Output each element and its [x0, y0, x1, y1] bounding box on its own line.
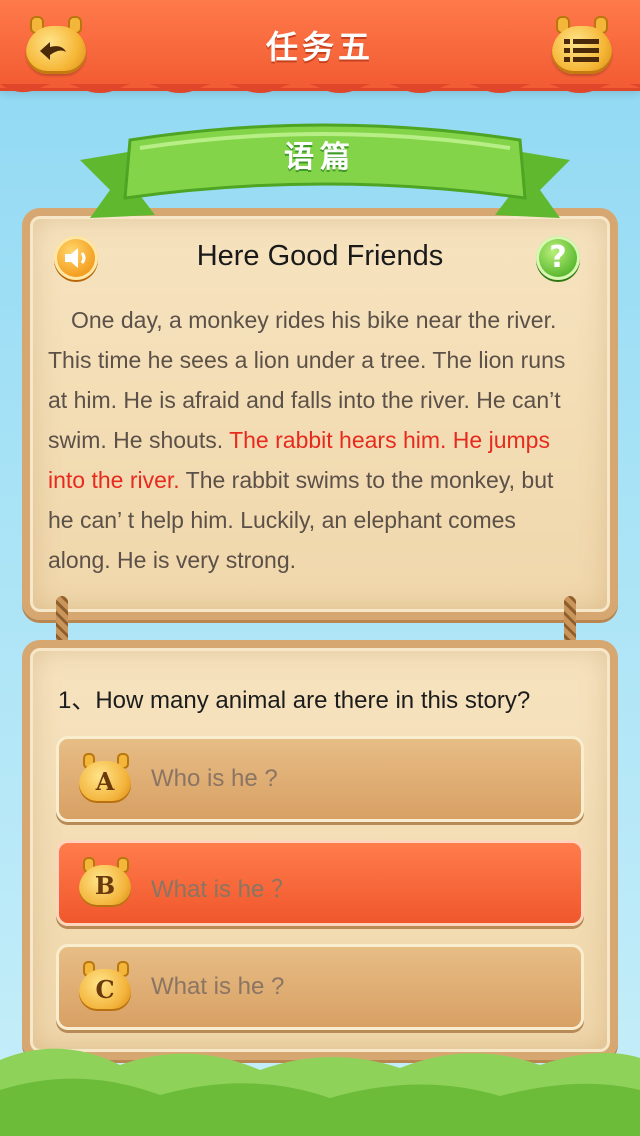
- menu-button[interactable]: [548, 16, 616, 76]
- background-hills: [0, 1048, 640, 1136]
- menu-list-icon: [564, 39, 599, 62]
- option-b-button[interactable]: B What is he ？: [56, 840, 584, 926]
- page-title: 任务五: [265, 28, 374, 66]
- option-badge: B: [77, 857, 133, 909]
- option-badge: C: [77, 961, 133, 1013]
- option-text: Who is he ?: [151, 765, 278, 792]
- option-a-button[interactable]: A Who is he ?: [56, 736, 584, 822]
- option-letter: C: [95, 975, 115, 1004]
- option-letter: A: [95, 767, 115, 796]
- option-text: What is he ？: [151, 876, 296, 903]
- option-badge: A: [77, 753, 133, 805]
- help-button[interactable]: ?: [536, 236, 580, 280]
- option-c-button[interactable]: C What is he ?: [56, 944, 584, 1030]
- option-letter: B: [94, 871, 116, 900]
- section-label: 语篇: [284, 140, 356, 175]
- question-text: 1、How many animal are there in this stor…: [58, 687, 531, 714]
- question-mark-icon: ?: [549, 240, 567, 275]
- header-wave-edge: [0, 84, 640, 93]
- option-text: What is he ?: [151, 973, 285, 1000]
- story-text: One day, a monkey rides his bike near th…: [48, 300, 580, 580]
